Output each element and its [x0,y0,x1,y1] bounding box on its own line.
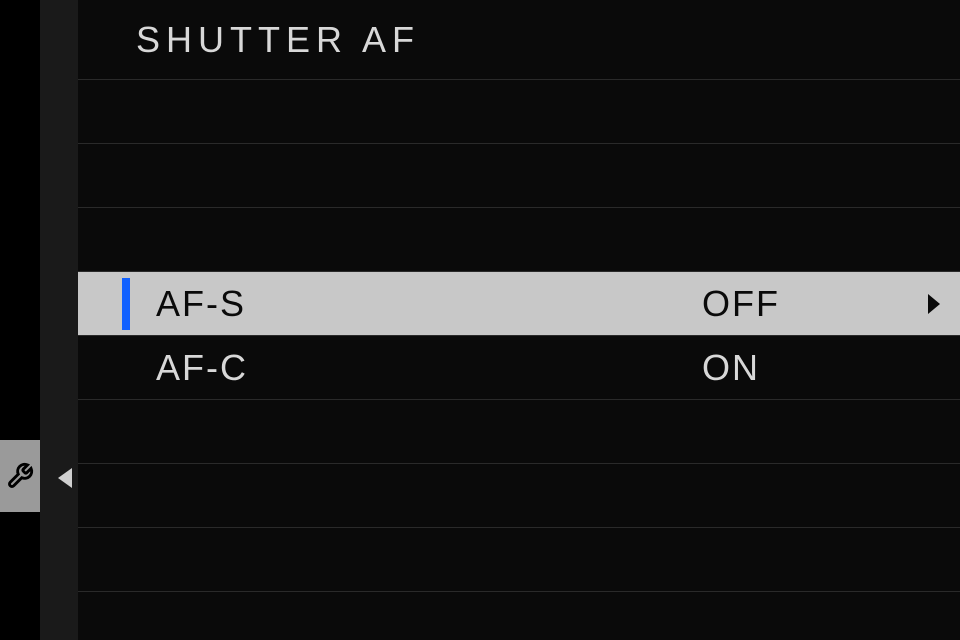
content-area: SHUTTER AF AF-S OFF AF-C ON [78,0,960,640]
menu-row-af-s[interactable]: AF-S OFF [78,272,960,336]
sidebar [0,0,78,640]
menu-row-empty [78,144,960,208]
menu-row-label: AF-C [156,347,248,389]
menu-row-empty [78,80,960,144]
page-header: SHUTTER AF [78,0,960,80]
menu-row-label: AF-S [156,283,246,325]
menu-row-empty [78,528,960,592]
menu-row-empty [78,400,960,464]
page-title: SHUTTER AF [136,19,420,61]
menu-row-empty [78,208,960,272]
sidebar-strip [40,0,78,640]
selection-accent [122,278,130,330]
wrench-icon [6,462,34,490]
menu-row-value: ON [702,347,760,389]
sidebar-tab-setup[interactable] [0,440,40,512]
menu-row-value: OFF [702,283,780,325]
menu-row-empty [78,464,960,528]
menu-list: AF-S OFF AF-C ON [78,80,960,592]
back-arrow-icon[interactable] [58,468,72,488]
chevron-right-icon [928,294,940,314]
menu-row-af-c[interactable]: AF-C ON [78,336,960,400]
